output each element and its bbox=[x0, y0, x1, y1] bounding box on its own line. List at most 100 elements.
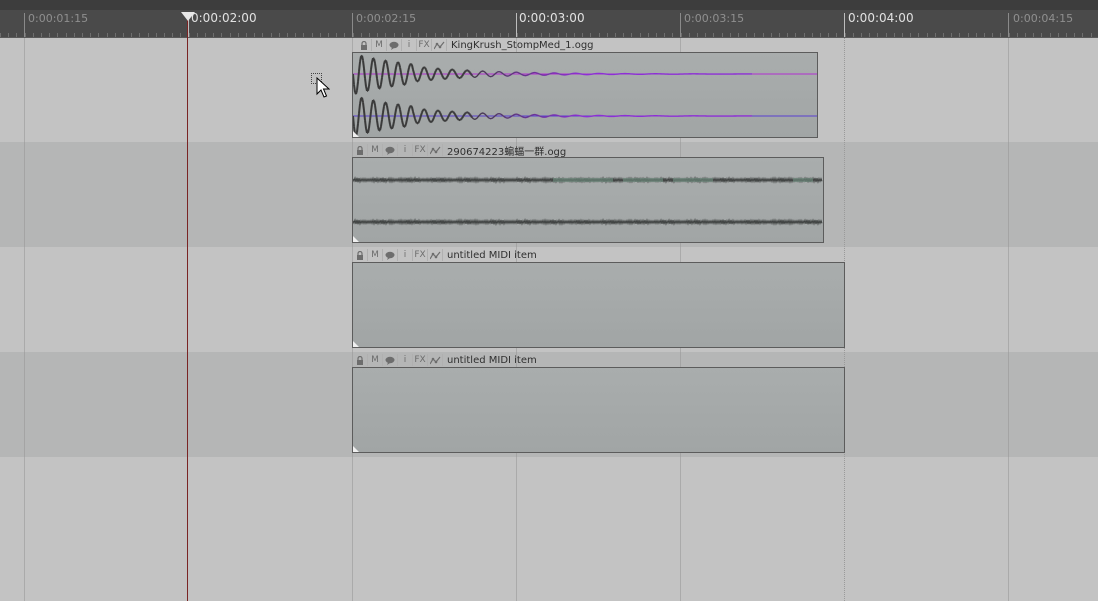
audio-item-2[interactable] bbox=[352, 157, 824, 243]
ruler-tick bbox=[82, 33, 83, 37]
ruler-tick bbox=[1091, 33, 1092, 37]
midi-item-2[interactable] bbox=[352, 367, 845, 453]
ruler-tick bbox=[1033, 33, 1034, 37]
ruler-tick bbox=[451, 33, 452, 37]
ruler-tick bbox=[1000, 33, 1001, 37]
ruler-tick bbox=[418, 33, 419, 37]
ruler-tick bbox=[1074, 33, 1075, 37]
ruler-tick bbox=[344, 33, 345, 37]
fade-handle[interactable] bbox=[353, 446, 359, 452]
lock-icon[interactable] bbox=[353, 144, 368, 156]
mute-button[interactable]: M bbox=[368, 249, 383, 261]
ruler-tick bbox=[607, 33, 608, 37]
speech-bubble-icon[interactable] bbox=[383, 354, 398, 366]
ruler-tick bbox=[410, 33, 411, 37]
ruler-tick bbox=[951, 33, 952, 37]
ruler-tick bbox=[238, 33, 239, 37]
envelope-icon[interactable] bbox=[428, 354, 443, 366]
ruler-tick bbox=[361, 33, 362, 37]
ruler-tick bbox=[517, 33, 518, 37]
mute-button[interactable]: M bbox=[372, 39, 387, 51]
ruler-tick bbox=[672, 33, 673, 37]
info-button[interactable]: i bbox=[398, 144, 413, 156]
ruler-major-tick bbox=[516, 13, 517, 37]
ruler-tick bbox=[459, 33, 460, 37]
ruler-tick bbox=[697, 33, 698, 37]
ruler-tick bbox=[968, 33, 969, 37]
item-header-3[interactable]: M i FX untitled MIDI item bbox=[353, 248, 537, 262]
ruler-tick bbox=[262, 33, 263, 37]
fx-button[interactable]: FX bbox=[413, 144, 428, 156]
ruler-tick bbox=[180, 33, 181, 37]
ruler-tick bbox=[1058, 33, 1059, 37]
ruler-tick bbox=[164, 33, 165, 37]
ruler-tick bbox=[1050, 33, 1051, 37]
ruler-major-tick bbox=[680, 13, 681, 37]
speech-bubble-icon[interactable] bbox=[383, 144, 398, 156]
info-button[interactable]: i bbox=[398, 249, 413, 261]
lock-icon[interactable] bbox=[353, 354, 368, 366]
mute-button[interactable]: M bbox=[368, 354, 383, 366]
fade-handle[interactable] bbox=[353, 236, 359, 242]
timeline-ruler[interactable]: 0:00:01:15 0:00:02:00 0:00:02:15 0:00:03… bbox=[0, 10, 1098, 38]
grid-line bbox=[1008, 38, 1009, 601]
ruler-tick bbox=[385, 33, 386, 37]
fx-button[interactable]: FX bbox=[417, 39, 432, 51]
ruler-tick bbox=[574, 33, 575, 37]
ruler-tick bbox=[705, 33, 706, 37]
waveform bbox=[353, 54, 817, 137]
ruler-tick bbox=[246, 33, 247, 37]
ruler-tick bbox=[0, 33, 1, 37]
ruler-major-tick bbox=[352, 13, 353, 37]
ruler-tick bbox=[90, 33, 91, 37]
fx-button[interactable]: FX bbox=[413, 249, 428, 261]
ruler-tick bbox=[213, 33, 214, 37]
ruler-tick bbox=[1025, 33, 1026, 37]
ruler-tick bbox=[328, 33, 329, 37]
empty-arrange-area[interactable] bbox=[0, 457, 1098, 601]
info-button[interactable]: i bbox=[398, 354, 413, 366]
play-cursor-marker-icon[interactable] bbox=[181, 12, 195, 21]
ruler-tick bbox=[853, 33, 854, 37]
waveform bbox=[353, 175, 823, 227]
ruler-tick bbox=[869, 33, 870, 37]
ruler-tick bbox=[640, 33, 641, 37]
ruler-tick bbox=[623, 33, 624, 37]
ruler-tick bbox=[599, 33, 600, 37]
ruler-tick bbox=[902, 33, 903, 37]
lock-icon[interactable] bbox=[353, 249, 368, 261]
speech-bubble-icon[interactable] bbox=[387, 39, 402, 51]
ruler-tick bbox=[148, 33, 149, 37]
item-header-1[interactable]: M i FX KingKrush_StompMed_1.ogg bbox=[357, 38, 594, 52]
fade-handle[interactable] bbox=[353, 131, 359, 137]
ruler-tick bbox=[230, 33, 231, 37]
ruler-label-1-15: 0:00:01:15 bbox=[28, 12, 89, 25]
ruler-tick bbox=[295, 33, 296, 37]
item-name-1: KingKrush_StompMed_1.ogg bbox=[451, 39, 594, 51]
envelope-icon[interactable] bbox=[432, 39, 447, 51]
ruler-tick bbox=[681, 33, 682, 37]
lock-icon[interactable] bbox=[357, 39, 372, 51]
ruler-tick bbox=[369, 33, 370, 37]
item-header-4[interactable]: M i FX untitled MIDI item bbox=[353, 353, 537, 367]
ruler-tick bbox=[886, 33, 887, 37]
ruler-tick bbox=[804, 33, 805, 37]
ruler-tick bbox=[500, 33, 501, 37]
envelope-icon[interactable] bbox=[428, 249, 443, 261]
audio-item-1[interactable] bbox=[352, 52, 818, 138]
play-cursor[interactable] bbox=[187, 18, 188, 601]
ruler-tick bbox=[115, 33, 116, 37]
ruler-tick bbox=[549, 33, 550, 37]
midi-item-1[interactable] bbox=[352, 262, 845, 348]
ruler-tick bbox=[763, 33, 764, 37]
speech-bubble-icon[interactable] bbox=[383, 249, 398, 261]
fx-button[interactable]: FX bbox=[413, 354, 428, 366]
fade-handle[interactable] bbox=[353, 341, 359, 347]
item-header-2[interactable]: M i FX 290674223蝙蝠一群.ogg bbox=[353, 143, 566, 158]
info-button[interactable]: i bbox=[402, 39, 417, 51]
mute-button[interactable]: M bbox=[368, 144, 383, 156]
envelope-icon[interactable] bbox=[428, 144, 443, 156]
ruler-tick bbox=[98, 33, 99, 37]
ruler-tick bbox=[1009, 33, 1010, 37]
ruler-major-tick bbox=[24, 13, 25, 37]
